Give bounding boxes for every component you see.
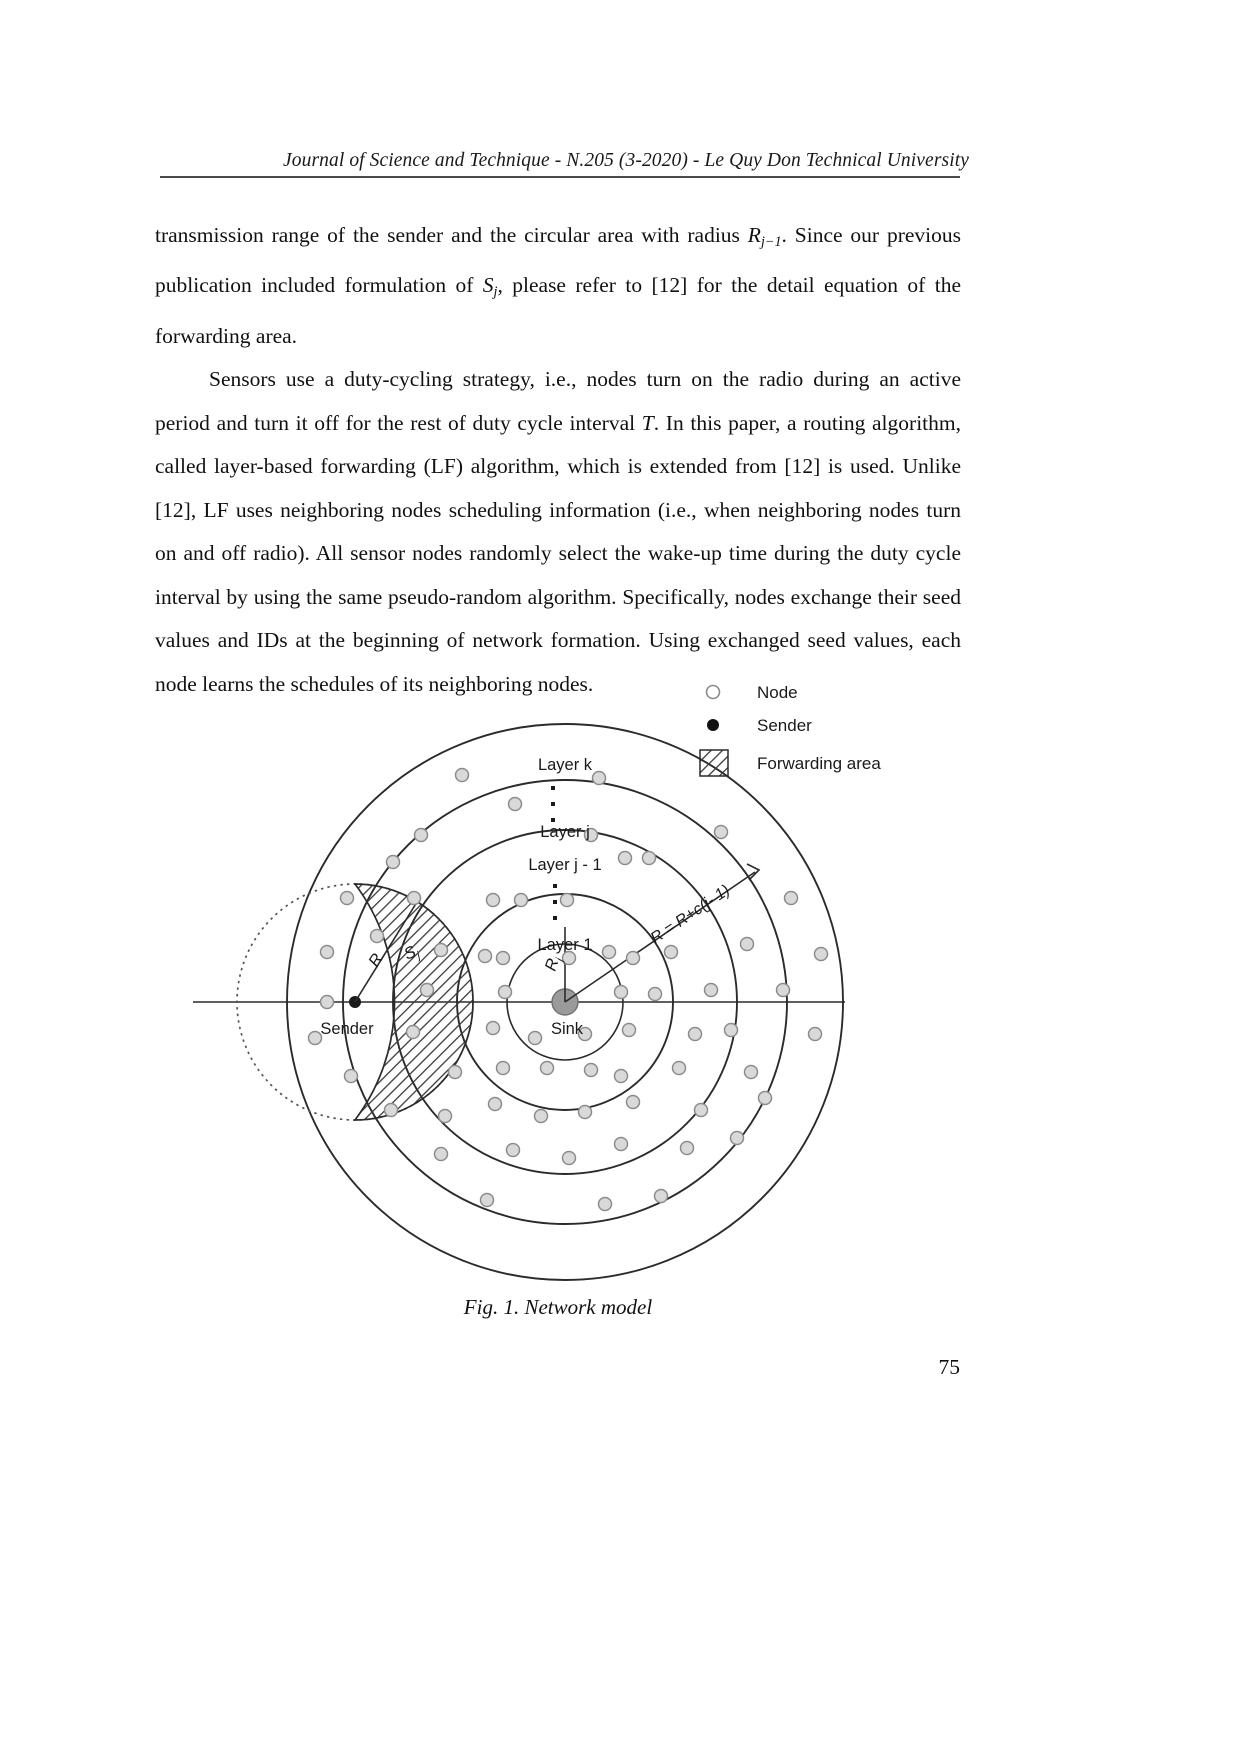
legend-label-forwarding-area: Forwarding area	[757, 754, 881, 773]
label-layer-1: Layer 1	[537, 936, 592, 954]
figure-network-model: Layer k Layer j Layer j - 1 Layer 1 Sink	[155, 672, 1085, 1282]
math-radius-R-j-minus-1: Rj−1	[747, 223, 782, 250]
running-head: Journal of Science and Technique - N.205…	[283, 150, 969, 171]
paragraph-1-segment-1: transmission range of the sender and the…	[155, 223, 748, 247]
legend-forwarding-area-icon	[699, 749, 729, 777]
label-sender: Sender	[320, 1020, 374, 1038]
network-diagram-graphics: Layer k Layer j Layer j - 1 Layer 1 Sink	[193, 683, 881, 1281]
header-rule	[160, 176, 960, 178]
math-duty-cycle-T: T	[641, 410, 654, 435]
figure-legend: Node Sender Forwarding area	[699, 683, 881, 777]
page-number: 75	[938, 1355, 961, 1379]
legend-node-icon	[705, 684, 721, 700]
label-layer-j-minus-1: Layer j - 1	[528, 856, 601, 874]
label-radius-formula: R = R+c(j- 1)	[648, 882, 733, 947]
label-layer-j: Layer j	[540, 823, 590, 841]
legend-label-node: Node	[757, 683, 798, 702]
label-radius-R: R	[365, 950, 387, 970]
label-sink: Sink	[551, 1020, 584, 1038]
legend-sender-icon	[707, 719, 719, 731]
figure-caption: Fig. 1. Network model	[463, 1295, 653, 1319]
body-text-column: transmission range of the sender and the…	[155, 214, 961, 706]
paragraph-1: transmission range of the sender and the…	[155, 214, 961, 358]
paragraph-2-segment-2: . In this paper, a routing algorithm, ca…	[155, 410, 961, 696]
document-page: Journal of Science and Technique - N.205…	[0, 0, 1239, 1754]
label-layer-k: Layer k	[538, 756, 593, 774]
legend-label-sender: Sender	[757, 716, 812, 735]
paragraph-2: Sensors use a duty-cycling strategy, i.e…	[155, 358, 961, 706]
layer-ellipsis-dots	[551, 786, 557, 920]
math-forwarding-area-S-j: Sj	[482, 273, 498, 301]
